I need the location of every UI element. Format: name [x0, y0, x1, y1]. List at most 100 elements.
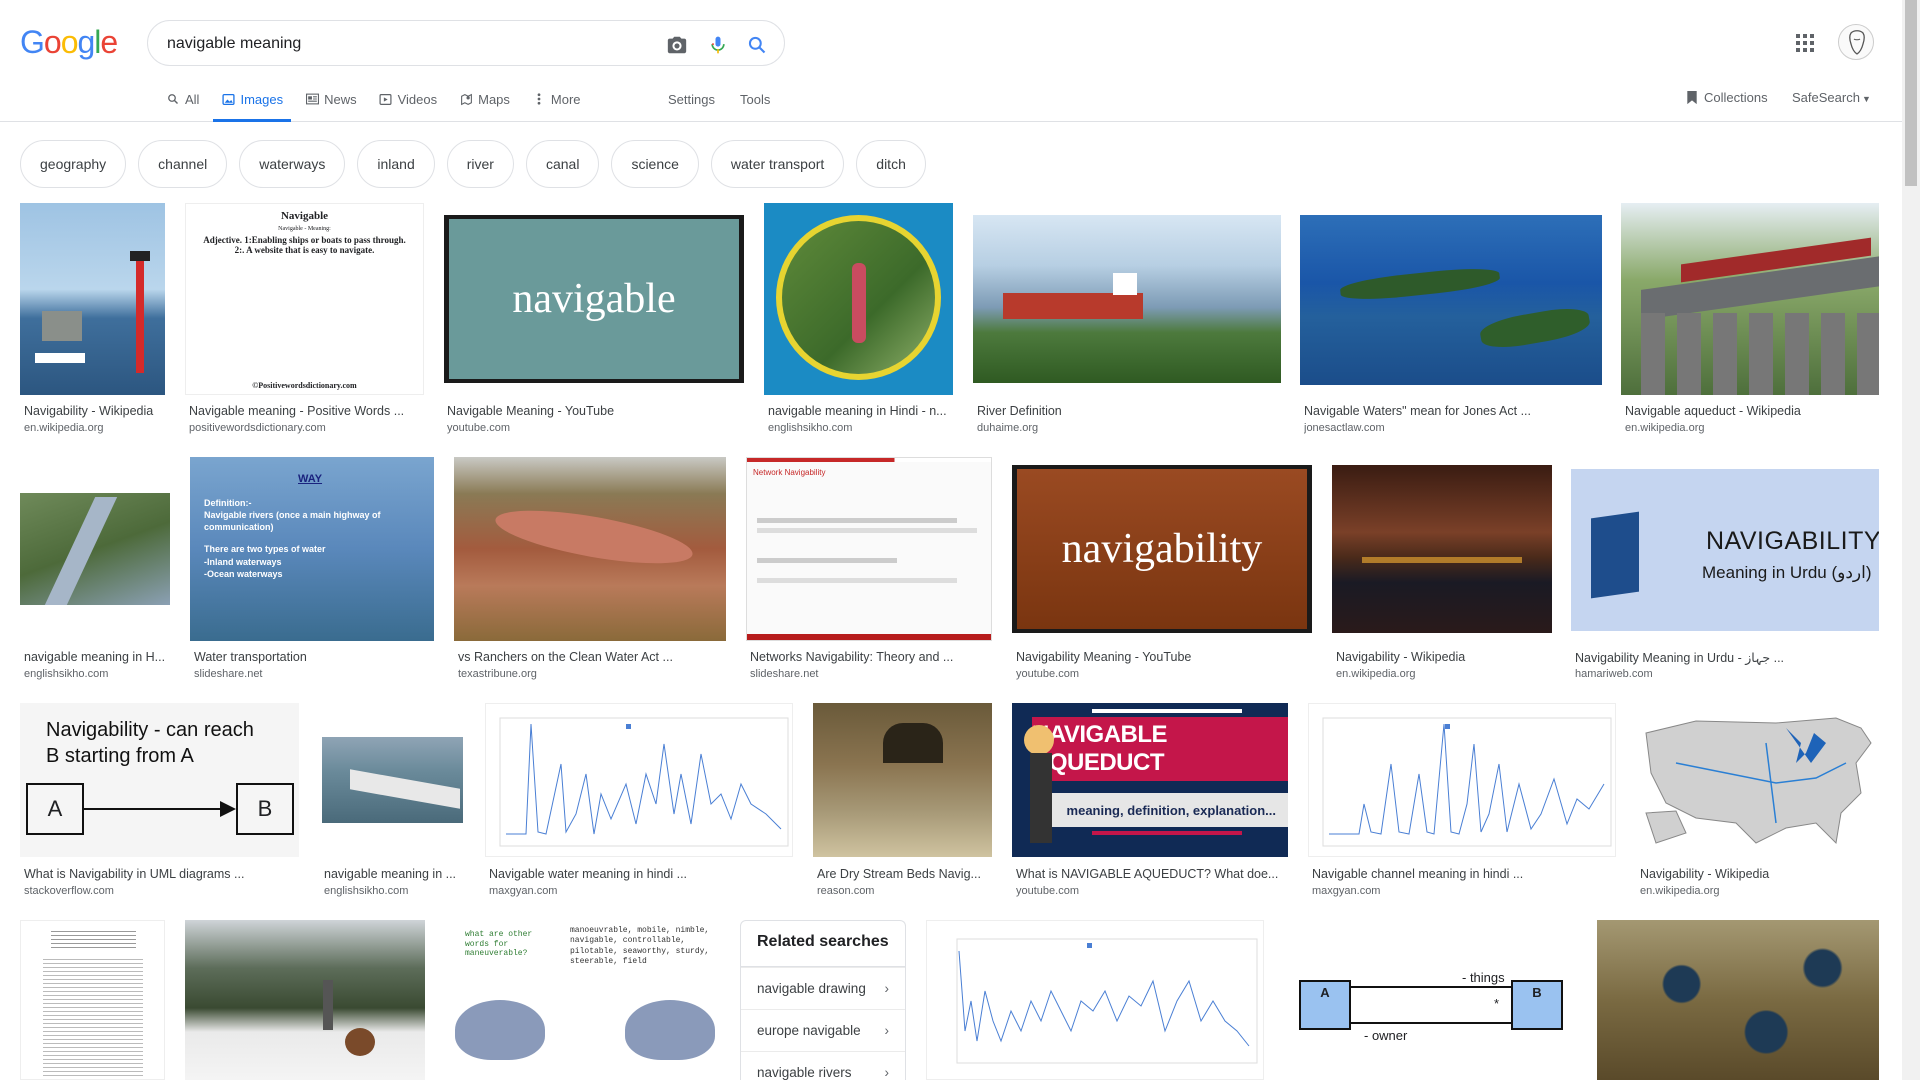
- image-result[interactable]: Navigable Waters" mean for Jones Act ...…: [1300, 203, 1602, 434]
- tab-label: Images: [240, 92, 284, 107]
- tab-all[interactable]: All: [166, 88, 199, 122]
- tab-label: All: [185, 92, 200, 107]
- image-result[interactable]: Navigability - can reach B starting from…: [20, 703, 299, 903]
- tab-label: More: [550, 92, 581, 107]
- chip[interactable]: geography: [20, 140, 127, 188]
- tab-images[interactable]: Images: [213, 88, 292, 122]
- result-source: englishsikho.com: [24, 668, 109, 680]
- image-result[interactable]: NAVIGABLE AQUEDUCT meaning, definition, …: [1012, 703, 1288, 903]
- result-thumbnail: [973, 203, 1281, 395]
- search-icon[interactable]: [745, 33, 769, 57]
- image-result[interactable]: [20, 920, 165, 1080]
- image-result[interactable]: navigable meaning in H... englishsikho.c…: [20, 457, 170, 687]
- search-input[interactable]: [167, 33, 627, 55]
- google-logo[interactable]: Google: [20, 24, 118, 61]
- line-chart-thumbnail: [499, 717, 789, 847]
- result-caption: Navigability Meaning - YouTube: [1016, 650, 1192, 664]
- image-result[interactable]: Network Navigability Networks Navigabili…: [746, 457, 992, 687]
- result-thumbnail: [320, 703, 465, 857]
- result-thumbnail: what are other words for maneuverable? m…: [445, 920, 720, 1080]
- result-caption: navigable meaning in H...: [24, 650, 166, 664]
- map-icon: [459, 92, 473, 106]
- image-result[interactable]: navigable Navigable Meaning - YouTube yo…: [443, 203, 745, 434]
- result-thumbnail: [764, 203, 953, 395]
- video-icon: [379, 92, 393, 106]
- image-result[interactable]: A B - things * - owner: [1284, 920, 1577, 1080]
- collections-button[interactable]: Collections: [1686, 90, 1768, 105]
- image-result[interactable]: vs Ranchers on the Clean Water Act ... t…: [454, 457, 726, 687]
- related-searches-panel: Related searches navigable drawing › euro…: [740, 920, 906, 1080]
- chip[interactable]: waterways: [239, 140, 346, 188]
- thumb-text: NAVIGABLE AQUEDUCT: [1032, 717, 1288, 781]
- image-result[interactable]: Navigable water meaning in hindi ... max…: [485, 703, 793, 903]
- line-chart-thumbnail: [956, 938, 1258, 1064]
- result-thumbnail: navigable: [443, 203, 745, 395]
- chip[interactable]: canal: [525, 140, 600, 188]
- result-source: en.wikipedia.org: [24, 422, 104, 434]
- thumb-text: NAVIGABILITY: [1706, 527, 1879, 555]
- thumb-text: WAY: [298, 473, 323, 485]
- tab-label: Videos: [397, 92, 438, 107]
- chip[interactable]: river: [446, 140, 514, 188]
- result-source: englishsikho.com: [768, 422, 853, 434]
- uml-class-a: A: [1320, 984, 1330, 1000]
- chip[interactable]: channel: [138, 140, 228, 188]
- chip[interactable]: ditch: [856, 140, 926, 188]
- image-result[interactable]: NAVIGABILITY Meaning in Urdu (اردو) Navi…: [1571, 457, 1879, 687]
- chip[interactable]: water transport: [710, 140, 845, 188]
- image-result[interactable]: WAY Definition:- Navigable rivers (once …: [190, 457, 434, 687]
- uml-label: - owner: [1364, 1028, 1408, 1043]
- thumb-text: what are other words for maneuverable?: [465, 930, 533, 959]
- image-result[interactable]: what are other words for maneuverable? m…: [445, 920, 720, 1080]
- logo-letter: g: [77, 24, 95, 60]
- related-search-item[interactable]: navigable drawing ›: [741, 967, 905, 1009]
- image-result[interactable]: Are Dry Stream Beds Navig... reason.com: [813, 703, 992, 903]
- result-thumbnail: [926, 920, 1264, 1080]
- safesearch-dropdown[interactable]: SafeSearch ▼: [1792, 90, 1871, 105]
- image-result[interactable]: Navigability - Wikipedia en.wikipedia.or…: [1636, 703, 1879, 903]
- tab-more[interactable]: More: [532, 88, 581, 122]
- tab-videos[interactable]: Videos: [379, 88, 438, 122]
- thumb-text: -Inland waterways: [204, 556, 282, 567]
- image-result[interactable]: [926, 920, 1264, 1080]
- thumb-text: meaning, definition, explanation...: [1032, 793, 1288, 827]
- image-result[interactable]: [1597, 920, 1879, 1080]
- uml-class-b: B: [1532, 984, 1542, 1000]
- result-thumbnail: [185, 920, 425, 1080]
- result-source: maxgyan.com: [1312, 885, 1381, 897]
- related-search-item[interactable]: europe navigable ›: [741, 1009, 905, 1051]
- related-search-item[interactable]: navigable rivers ›: [741, 1051, 905, 1080]
- tab-news[interactable]: News: [305, 88, 357, 122]
- scrollbar-thumb[interactable]: [1905, 0, 1917, 186]
- result-caption: Are Dry Stream Beds Navig...: [817, 867, 981, 881]
- image-result[interactable]: Navigable Navigable - Meaning: Adjective…: [185, 203, 424, 434]
- image-result[interactable]: Navigable channel meaning in hindi ... m…: [1308, 703, 1616, 903]
- image-result[interactable]: navigable meaning in ... englishsikho.co…: [320, 703, 465, 903]
- result-caption: Networks Navigability: Theory and ...: [750, 650, 954, 664]
- result-thumbnail: navigability: [1012, 457, 1312, 641]
- image-result[interactable]: navigability Navigability Meaning - YouT…: [1012, 457, 1312, 687]
- image-result[interactable]: River Definition duhaime.org: [973, 203, 1281, 434]
- image-result[interactable]: Navigable aqueduct - Wikipedia en.wikipe…: [1621, 203, 1879, 434]
- image-result[interactable]: Navigability - Wikipedia en.wikipedia.or…: [20, 203, 165, 434]
- settings-link[interactable]: Settings: [668, 92, 715, 107]
- tab-maps[interactable]: Maps: [459, 88, 510, 122]
- image-result[interactable]: Navigability - Wikipedia en.wikipedia.or…: [1332, 457, 1552, 687]
- book-icon: [1591, 511, 1639, 599]
- microphone-icon[interactable]: [706, 33, 730, 57]
- result-source: youtube.com: [447, 422, 510, 434]
- logo-letter: G: [20, 24, 45, 60]
- result-thumbnail: Navigability - can reach B starting from…: [20, 703, 299, 857]
- chip[interactable]: science: [611, 140, 699, 188]
- image-result[interactable]: navigable meaning in Hindi - n... englis…: [764, 203, 953, 434]
- header: Google All Images News: [0, 0, 1920, 122]
- chip[interactable]: inland: [357, 140, 435, 188]
- avatar[interactable]: [1838, 24, 1874, 60]
- related-search-label: navigable drawing: [757, 981, 866, 996]
- image-result[interactable]: [185, 920, 425, 1080]
- camera-icon[interactable]: [665, 33, 689, 57]
- tools-link[interactable]: Tools: [740, 92, 770, 107]
- apps-grid-icon[interactable]: [1795, 33, 1819, 57]
- result-thumbnail: [1332, 457, 1552, 641]
- related-search-label: navigable rivers: [757, 1065, 852, 1080]
